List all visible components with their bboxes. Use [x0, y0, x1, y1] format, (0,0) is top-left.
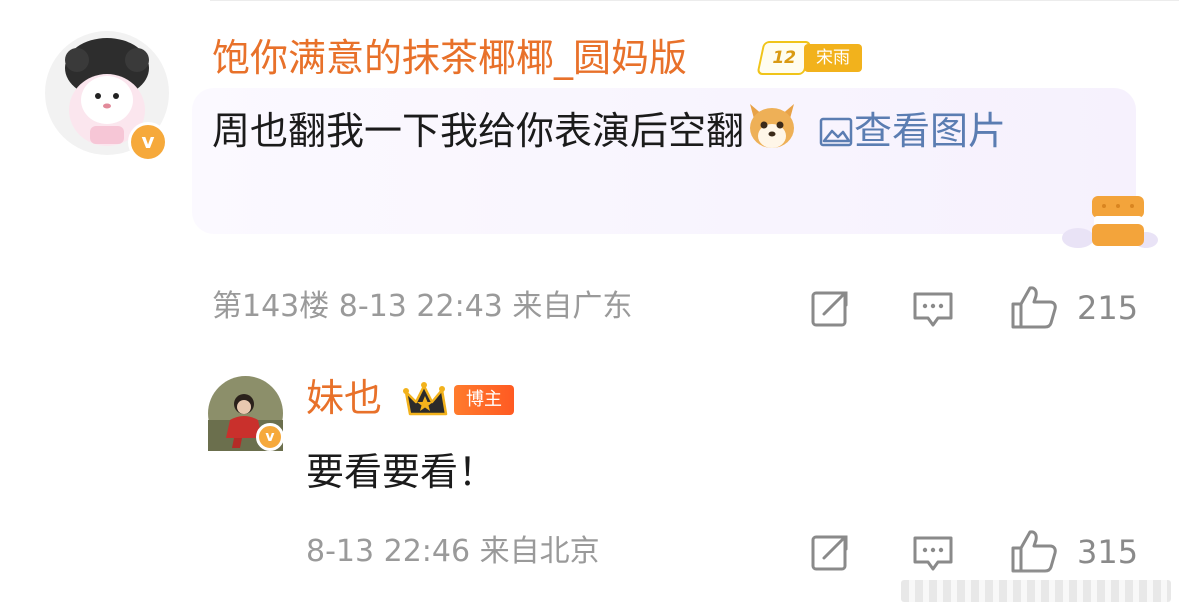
comment-icon[interactable]: [912, 290, 954, 330]
reply-text: 要看要看！: [306, 450, 497, 494]
comment-body: 周也翻我一下我给你表演后空翻 查看图片: [212, 100, 1122, 161]
verified-icon: v: [256, 423, 284, 451]
comment-like-count: 215: [1077, 289, 1139, 327]
reply-meta: 8-13 22:46 来自北京: [306, 534, 600, 569]
crown-icon: [403, 382, 448, 416]
blogger-badge: 博主: [402, 380, 514, 420]
comment-text: 周也翻我一下我给你表演后空翻: [212, 109, 745, 153]
commenter-username[interactable]: 饱你满意的抹茶椰椰_圆妈版: [212, 34, 687, 82]
reply-like-count: 315: [1077, 533, 1139, 571]
fan-level-tag: 宋雨: [804, 44, 862, 72]
blogger-tag: 博主: [454, 385, 514, 415]
share-icon[interactable]: [810, 288, 852, 328]
verified-icon: v: [128, 122, 168, 162]
top-divider: [210, 0, 1179, 1]
view-image-label: 查看图片: [854, 109, 1007, 153]
blogger-username[interactable]: 妹也: [306, 374, 382, 422]
dog-face-emoji-icon: [750, 104, 795, 148]
like-icon[interactable]: [1010, 528, 1058, 574]
watermark: [901, 580, 1171, 602]
share-icon[interactable]: [810, 532, 852, 572]
like-icon[interactable]: [1010, 284, 1058, 330]
comment-meta: 第143楼 8-13 22:43 来自广东: [212, 289, 633, 324]
comment-icon[interactable]: [912, 534, 954, 574]
view-image-link[interactable]: 查看图片: [800, 109, 1006, 153]
image-icon: [819, 117, 853, 147]
biscuit-sticker-icon: [1062, 196, 1158, 248]
